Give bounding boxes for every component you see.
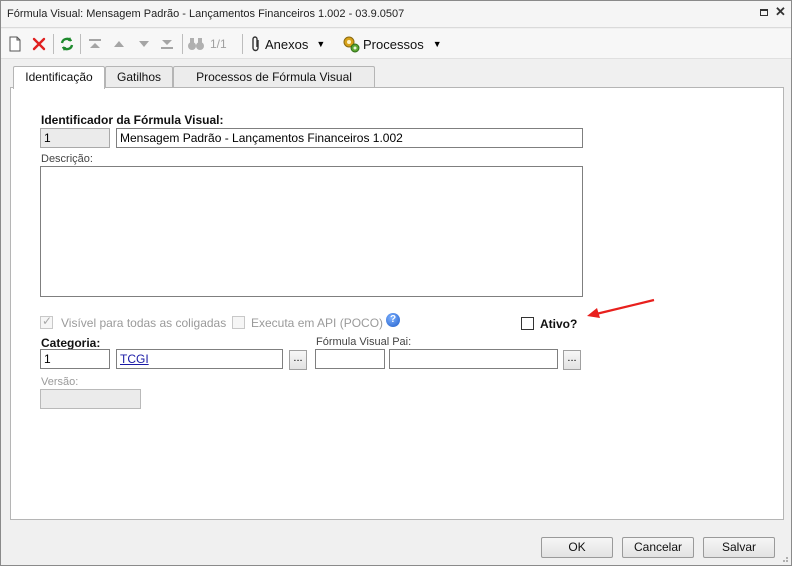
category-name-link[interactable]: TCGI <box>116 349 283 369</box>
tab-processos-formula-visual[interactable]: Processos de Fórmula Visual <box>173 66 375 88</box>
title-bar: Fórmula Visual: Mensagem Padrão - Lançam… <box>1 1 791 28</box>
tab-label: Identificação <box>25 70 93 84</box>
identifier-code-field[interactable]: 1 <box>40 128 110 148</box>
last-record-button[interactable] <box>160 33 174 55</box>
checkmark-icon: ✓ <box>42 314 53 328</box>
parent-formula-lookup-button[interactable]: ... <box>563 350 581 370</box>
chevron-down-icon: ▼ <box>432 39 442 49</box>
identificacao-panel: Identificador da Fórmula Visual: 1 Mensa… <box>10 87 784 520</box>
annotation-arrow <box>587 298 655 318</box>
tab-gatilhos[interactable]: Gatilhos <box>105 66 173 88</box>
page-indicator-text: 1/1 <box>210 37 227 51</box>
execute-api-label: Executa em API (POCO) <box>251 316 384 330</box>
cancel-button[interactable]: Cancelar <box>622 537 694 558</box>
active-label: Ativo? <box>540 317 578 331</box>
last-icon <box>161 40 173 49</box>
maximize-icon <box>760 9 768 16</box>
resize-grip-icon[interactable] <box>779 553 789 563</box>
close-button[interactable]: ✕ <box>775 5 787 18</box>
toolbar-separator <box>53 34 54 54</box>
previous-record-button[interactable] <box>112 33 126 55</box>
toolbar-separator <box>80 34 81 54</box>
maximize-button[interactable] <box>758 7 770 19</box>
dialog-footer: OK Cancelar Salvar <box>1 529 791 565</box>
paperclip-icon <box>252 36 259 52</box>
tab-label: Processos de Fórmula Visual <box>196 70 352 84</box>
gears-icon <box>343 36 360 53</box>
tab-strip: Identificação Gatilhos Processos de Fórm… <box>1 66 791 89</box>
delete-x-icon <box>32 37 46 51</box>
toolbar: 1/1 Anexos ▼ Processos ▼ <box>1 29 791 59</box>
category-lookup-button[interactable]: ... <box>289 350 307 370</box>
active-checkbox[interactable] <box>521 317 534 330</box>
toolbar-separator <box>182 34 183 54</box>
version-label: Versão: <box>41 376 79 388</box>
category-label: Categoria: <box>41 336 101 350</box>
parent-formula-code-field[interactable] <box>315 349 385 369</box>
new-document-icon <box>9 36 21 52</box>
processes-menu-button[interactable]: Processos ▼ <box>342 33 442 55</box>
identifier-name-field[interactable]: Mensagem Padrão - Lançamentos Financeiro… <box>116 128 583 148</box>
refresh-button[interactable] <box>59 33 75 55</box>
window-title: Fórmula Visual: Mensagem Padrão - Lançam… <box>7 8 405 20</box>
save-button[interactable]: Salvar <box>703 537 775 558</box>
attachments-menu-button[interactable]: Anexos ▼ <box>250 33 325 55</box>
execute-api-checkbox[interactable] <box>232 316 245 329</box>
help-icon[interactable]: ? <box>386 313 400 327</box>
next-icon <box>139 41 149 47</box>
refresh-icon <box>60 37 74 51</box>
visible-all-label: Visível para todas as coligadas <box>61 316 227 330</box>
first-icon <box>89 39 101 48</box>
formula-visual-window: Fórmula Visual: Mensagem Padrão - Lançam… <box>0 0 792 566</box>
tab-identificacao[interactable]: Identificação <box>13 66 105 89</box>
attachments-label: Anexos <box>265 36 309 52</box>
toolbar-separator <box>242 34 243 54</box>
page-indicator: 1/1 <box>210 33 227 55</box>
delete-button[interactable] <box>32 33 46 55</box>
category-code-field[interactable]: 1 <box>40 349 110 369</box>
description-label: Descrição: <box>41 153 93 165</box>
description-textarea[interactable] <box>40 166 583 297</box>
ok-button[interactable]: OK <box>541 537 613 558</box>
parent-formula-label: Fórmula Visual Pai: <box>316 336 412 348</box>
previous-icon <box>114 41 124 47</box>
processes-label: Processos <box>363 36 424 52</box>
find-button[interactable] <box>187 33 205 55</box>
visible-all-checkbox[interactable]: ✓ <box>40 314 53 329</box>
tab-label: Gatilhos <box>116 70 162 84</box>
new-button[interactable] <box>8 33 22 55</box>
first-record-button[interactable] <box>88 33 102 55</box>
parent-formula-name-field[interactable] <box>389 349 558 369</box>
chevron-down-icon: ▼ <box>316 39 326 49</box>
next-record-button[interactable] <box>137 33 151 55</box>
binoculars-icon <box>188 38 204 50</box>
identifier-label: Identificador da Fórmula Visual: <box>41 113 224 127</box>
version-field <box>40 389 141 409</box>
